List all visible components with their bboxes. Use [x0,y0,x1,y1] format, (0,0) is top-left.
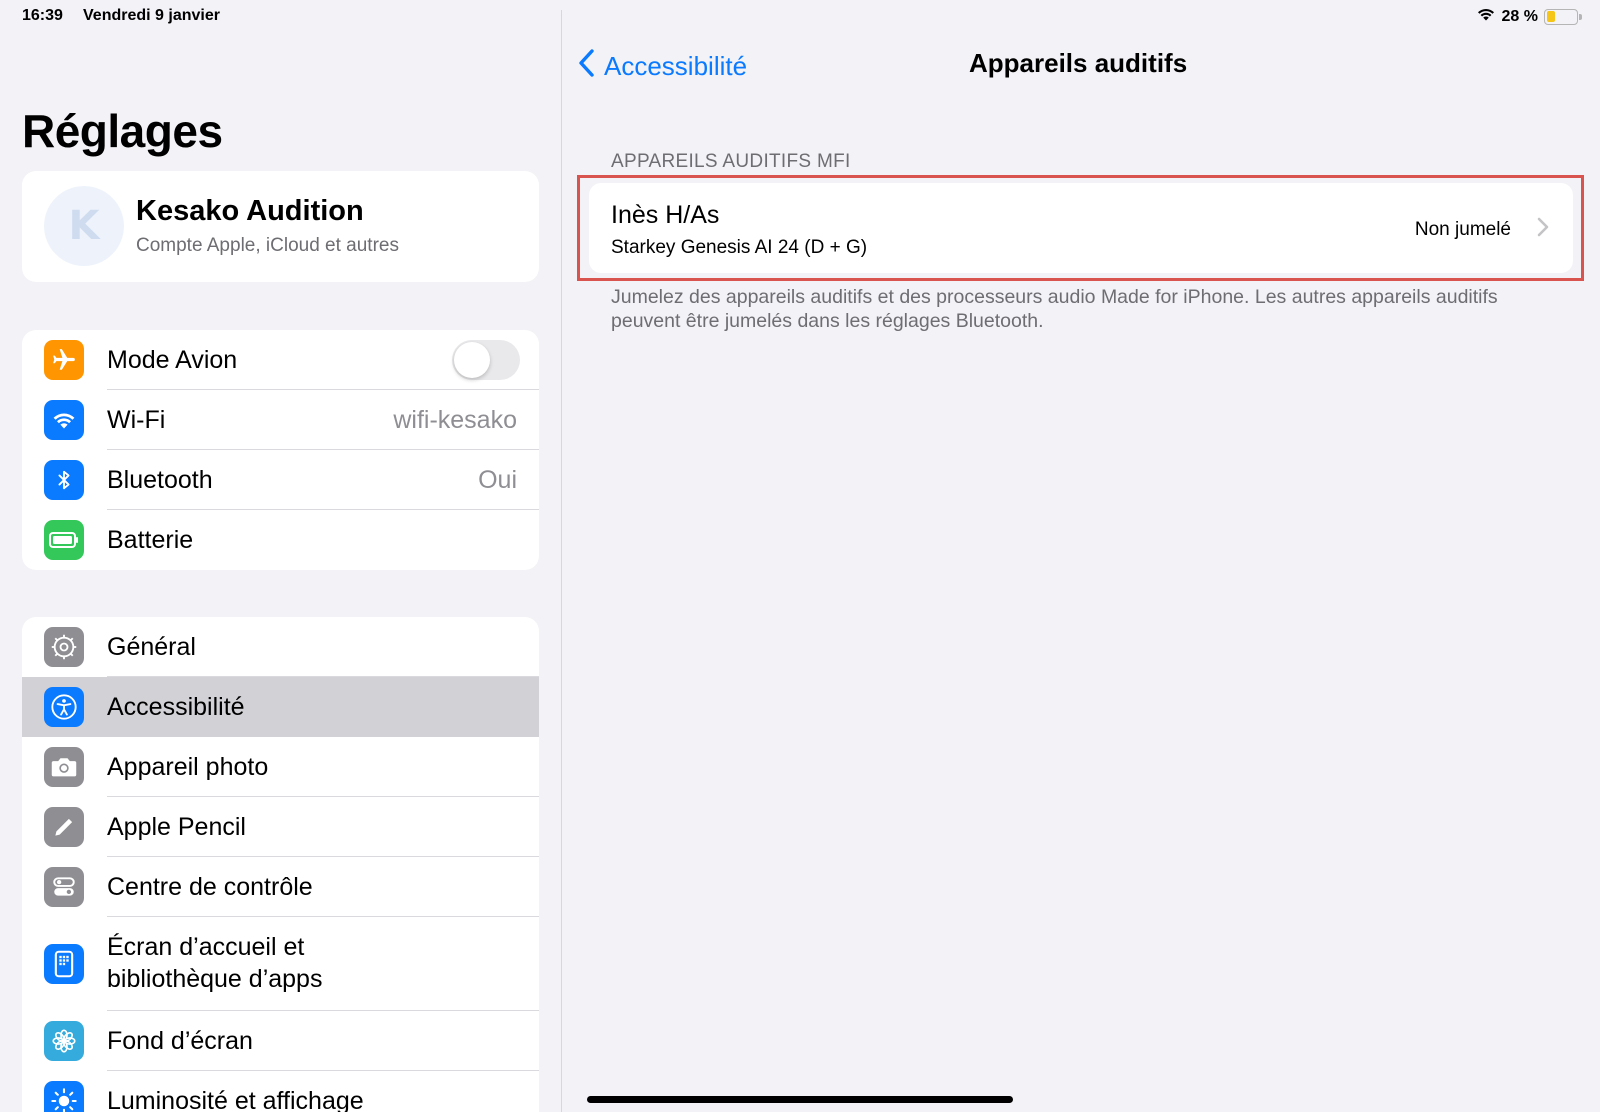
sidebar-item-label: Écran d’accueil et bibliothèque d’apps [107,931,322,995]
pencil-icon [44,807,84,847]
sidebar-item-label: Fond d’écran [107,1027,253,1055]
section-header: APPAREILS AUDITIFS MFI [611,151,851,172]
avatar: K [44,186,124,266]
airplane-mode-toggle[interactable] [452,340,520,380]
sidebar-item-label: Luminosité et affichage [107,1087,364,1112]
home-indicator[interactable] [587,1096,1013,1103]
home-screen-icon [44,944,84,984]
label-line-1: Écran d’accueil et [107,933,305,961]
sidebar-item-camera[interactable]: Appareil photo [22,737,539,797]
wifi-icon [44,400,84,440]
sidebar-item-label: Accessibilité [107,693,245,721]
split-divider [561,10,562,1112]
wifi-network-value: wifi-kesako [393,405,517,434]
accessibility-icon [44,687,84,727]
sidebar-item-home-screen[interactable]: Écran d’accueil et bibliothèque d’apps [22,917,539,1011]
sidebar-item-apple-pencil[interactable]: Apple Pencil [22,797,539,857]
sidebar-item-battery[interactable]: Batterie [22,510,539,570]
sidebar-item-airplane-mode[interactable]: Mode Avion [22,330,539,390]
sidebar-item-label: Centre de contrôle [107,873,313,901]
sidebar-item-label: Appareil photo [107,753,269,781]
sun-icon [44,1081,84,1112]
sidebar-item-label: Wi-Fi [107,406,166,434]
airplane-icon [44,340,84,380]
battery-icon [44,520,84,560]
status-indicators: 28 % [1476,6,1582,27]
nav-title: Appareils auditifs [969,48,1188,78]
profile-name: Kesako Audition [136,195,364,227]
section-footer: Jumelez des appareils auditifs et des pr… [611,286,1498,332]
sidebar-item-label: Apple Pencil [107,813,246,841]
wifi-status-icon [1476,6,1496,27]
sidebar-item-control-center[interactable]: Centre de contrôle [22,857,539,917]
sidebar-item-label: Bluetooth [107,466,213,494]
profile-subtitle: Compte Apple, iCloud et autres [136,235,399,256]
camera-icon [44,747,84,787]
sidebar-item-general[interactable]: Général [22,617,539,677]
flower-icon [44,1021,84,1061]
battery-percent: 28 % [1501,7,1538,25]
back-button[interactable]: Accessibilité [578,48,747,85]
settings-sidebar: Réglages K Kesako Audition Compte Apple,… [0,0,561,1112]
sidebar-item-label: Général [107,633,196,661]
sidebar-item-accessibility[interactable]: Accessibilité [22,677,539,737]
bluetooth-icon [44,460,84,500]
gear-icon [44,627,84,667]
sidebar-item-label: Batterie [107,526,194,554]
page-title: Réglages [22,105,223,157]
sidebar-item-wallpaper[interactable]: Fond d’écran [22,1011,539,1071]
battery-status-icon [1544,8,1582,25]
highlight-box [577,175,1584,281]
back-button-label: Accessibilité [604,51,748,81]
control-center-icon [44,867,84,907]
chevron-left-icon [578,48,596,85]
connectivity-group: Mode Avion Wi-Fi wifi-kesako Bluetooth O… [22,330,539,570]
sidebar-item-display[interactable]: Luminosité et affichage [22,1071,539,1112]
bluetooth-value: Oui [478,465,517,494]
sidebar-item-bluetooth[interactable]: Bluetooth Oui [22,450,539,510]
sidebar-item-wifi[interactable]: Wi-Fi wifi-kesako [22,390,539,450]
battery-level-fill [1546,11,1555,22]
label-line-2: bibliothèque d’apps [107,965,323,993]
sidebar-item-label: Mode Avion [107,346,238,374]
system-group: Général Accessibilité Appareil photo App… [22,617,539,1112]
apple-account-card[interactable]: K Kesako Audition Compte Apple, iCloud e… [22,171,539,282]
